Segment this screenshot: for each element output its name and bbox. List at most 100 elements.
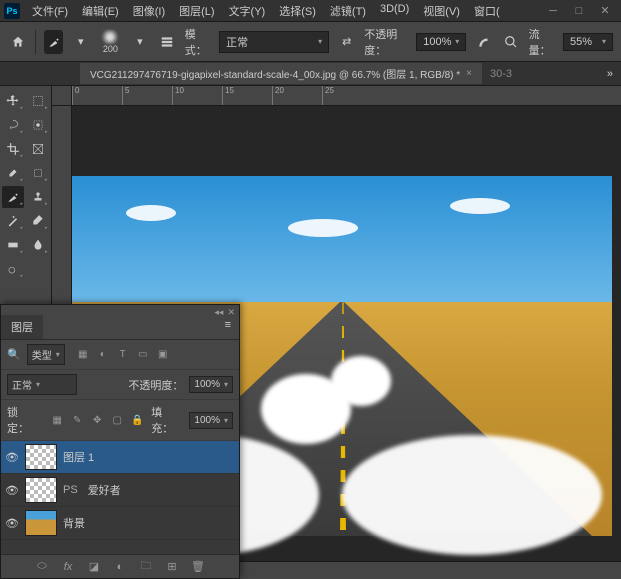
- menu-view[interactable]: 视图(V): [417, 1, 466, 21]
- lock-row: 锁定： ▦ ✎ ✥ ▢ 🔒 填充： 100% ▾: [1, 400, 239, 441]
- link-layers-icon[interactable]: ⬭: [34, 559, 50, 575]
- brush-tool[interactable]: ▸: [2, 186, 24, 208]
- brush-preview[interactable]: 200: [98, 27, 122, 57]
- lasso-tool[interactable]: ▸: [2, 114, 24, 136]
- chevron-down-icon: ▾: [36, 380, 40, 389]
- filter-type-icon[interactable]: T: [115, 347, 131, 363]
- search-icon[interactable]: [501, 30, 520, 54]
- menu-3d[interactable]: 3D(D): [374, 1, 415, 21]
- filter-pixel-icon[interactable]: ▦: [75, 347, 91, 363]
- flow-value: 55%: [570, 36, 592, 48]
- mode-label: 模式：: [185, 26, 211, 58]
- layer-opacity-dropdown[interactable]: 100% ▾: [189, 376, 233, 393]
- pressure-opacity-icon[interactable]: [474, 30, 493, 54]
- delete-layer-icon[interactable]: 🗑: [190, 559, 206, 575]
- layer-thumb[interactable]: [25, 510, 57, 536]
- lock-pixels-icon[interactable]: ▦: [49, 412, 65, 428]
- ruler-tick: 25: [322, 86, 372, 105]
- layer-row[interactable]: 👁 PS 爱好者: [1, 474, 239, 507]
- brush-panel-icon[interactable]: [158, 30, 177, 54]
- visibility-toggle[interactable]: 👁: [5, 517, 19, 530]
- menu-file[interactable]: 文件(F): [26, 1, 74, 21]
- tool-preset-icon[interactable]: [44, 30, 63, 54]
- lock-artboard-icon[interactable]: ▢: [109, 412, 125, 428]
- menu-image[interactable]: 图像(I): [127, 1, 171, 21]
- eyedropper-tool[interactable]: ▸: [2, 162, 24, 184]
- layer-row[interactable]: 👁 背景: [1, 507, 239, 540]
- lock-brush-icon[interactable]: ✎: [69, 412, 85, 428]
- caret-down-icon[interactable]: ▾: [71, 30, 90, 54]
- group-icon[interactable]: 🗀: [138, 559, 154, 575]
- document-tab[interactable]: VCG211297476719-gigapixel-standard-scale…: [80, 63, 482, 84]
- lock-all-icon[interactable]: 🔒: [129, 412, 145, 428]
- filter-smart-icon[interactable]: ▣: [155, 347, 171, 363]
- panel-close-icon[interactable]: ✕: [227, 307, 235, 313]
- lock-position-icon[interactable]: ✥: [89, 412, 105, 428]
- layer-blend-value: 正常: [12, 377, 32, 392]
- brush-blob-icon: [100, 30, 120, 44]
- menu-select[interactable]: 选择(S): [273, 1, 322, 21]
- layer-thumb[interactable]: [25, 477, 57, 503]
- quick-select-tool[interactable]: ▸: [27, 114, 49, 136]
- filter-kind-dropdown[interactable]: 类型 ▾: [27, 344, 65, 365]
- menu-layer[interactable]: 图层(L): [173, 1, 220, 21]
- frame-tool[interactable]: [27, 138, 49, 160]
- layer-name[interactable]: 图层 1: [63, 449, 94, 465]
- panel-menu-icon[interactable]: ≡: [217, 315, 239, 339]
- ruler-tick: 20: [272, 86, 322, 105]
- maximize-button[interactable]: □: [567, 2, 591, 20]
- flow-label: 流量：: [529, 26, 555, 58]
- panel-collapse-icon[interactable]: ◂◂: [214, 307, 223, 313]
- gradient-tool[interactable]: ▸: [2, 234, 24, 256]
- visibility-toggle[interactable]: 👁: [5, 451, 19, 464]
- fx-icon[interactable]: fx: [60, 559, 76, 575]
- menu-filter[interactable]: 滤镜(T): [324, 1, 372, 21]
- history-brush-tool[interactable]: ▸: [2, 210, 24, 232]
- lock-label: 锁定：: [7, 404, 39, 436]
- minimize-button[interactable]: ─: [541, 2, 565, 20]
- blend-swap-icon[interactable]: ⇄: [337, 30, 356, 54]
- menu-edit[interactable]: 编辑(E): [76, 1, 125, 21]
- opacity-dropdown[interactable]: 100% ▾: [416, 33, 466, 51]
- layer-thumb[interactable]: [25, 444, 57, 470]
- brush-splash: [342, 435, 602, 555]
- close-button[interactable]: ✕: [593, 2, 617, 20]
- tab-layers[interactable]: 图层: [1, 315, 43, 339]
- layer-opacity-value: 100%: [194, 379, 220, 390]
- fill-value: 100%: [194, 415, 220, 426]
- eraser-tool[interactable]: ▸: [27, 210, 49, 232]
- adjustment-icon[interactable]: ◐: [112, 559, 128, 575]
- filter-shape-icon[interactable]: ▭: [135, 347, 151, 363]
- layer-row[interactable]: 👁 图层 1: [1, 441, 239, 474]
- panel-grip[interactable]: ◂◂ ✕: [1, 305, 239, 315]
- visibility-toggle[interactable]: 👁: [5, 484, 19, 497]
- ruler-tick: 15: [222, 86, 272, 105]
- healing-tool[interactable]: ▸: [27, 162, 49, 184]
- marquee-tool[interactable]: ▸: [27, 90, 49, 112]
- move-tool[interactable]: ▸: [2, 90, 24, 112]
- new-layer-icon[interactable]: ⊞: [164, 559, 180, 575]
- caret-down-icon[interactable]: ▾: [130, 30, 149, 54]
- ruler-corner: [52, 86, 72, 106]
- filter-adjust-icon[interactable]: ◐: [95, 347, 111, 363]
- crop-tool[interactable]: ▸: [2, 138, 24, 160]
- mask-icon[interactable]: ◪: [86, 559, 102, 575]
- menu-type[interactable]: 文字(Y): [223, 1, 272, 21]
- blend-mode-dropdown[interactable]: 正常 ▾: [219, 31, 329, 53]
- flow-dropdown[interactable]: 55% ▾: [563, 33, 613, 51]
- home-icon[interactable]: [8, 30, 27, 54]
- dodge-tool[interactable]: ▸: [2, 258, 24, 280]
- ruler-horizontal[interactable]: 0 5 10 15 20 25: [72, 86, 621, 106]
- search-icon[interactable]: 🔍: [7, 348, 21, 361]
- layer-name[interactable]: 爱好者: [88, 482, 121, 498]
- menu-window[interactable]: 窗口(: [468, 1, 506, 21]
- layer-name[interactable]: 背景: [63, 515, 85, 531]
- blur-tool[interactable]: ▸: [27, 234, 49, 256]
- layer-blend-dropdown[interactable]: 正常 ▾: [7, 374, 77, 395]
- chevron-down-icon: ▾: [224, 416, 228, 425]
- stamp-tool[interactable]: ▸: [27, 186, 49, 208]
- ruler-tick: 5: [122, 86, 172, 105]
- tab-close-icon[interactable]: ×: [466, 68, 472, 79]
- tab-overflow-button[interactable]: »: [599, 68, 621, 80]
- fill-dropdown[interactable]: 100% ▾: [189, 412, 233, 429]
